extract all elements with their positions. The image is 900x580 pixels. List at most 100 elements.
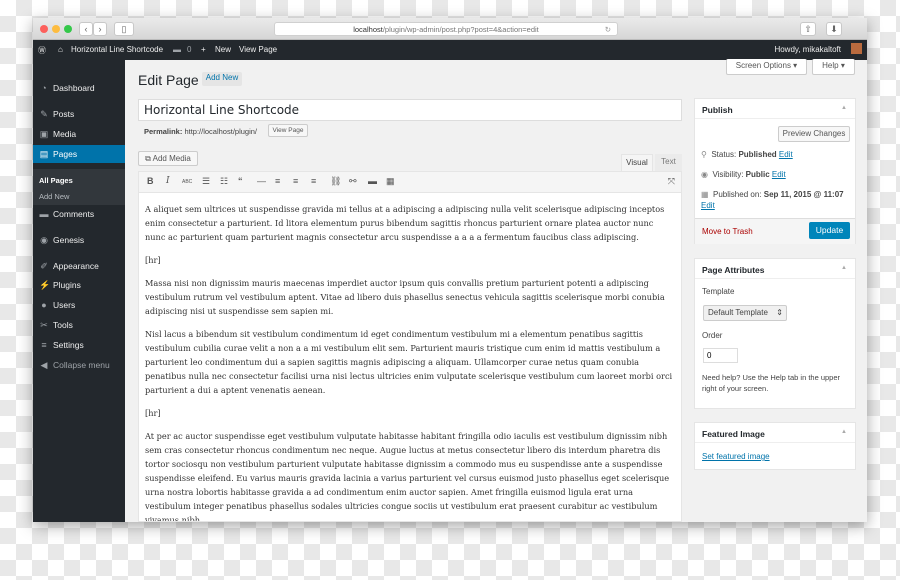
update-button[interactable]: Update <box>809 222 850 239</box>
add-new-button[interactable]: Add New <box>202 72 242 86</box>
sidebar-item-users[interactable]: ● Users <box>33 296 125 314</box>
edit-date-link[interactable]: Edit <box>701 201 715 210</box>
downloads-icon[interactable]: ⬇ <box>826 22 842 36</box>
sidebar-item-label: Users <box>53 300 76 310</box>
url-path: /plugin/wp-admin/post.php?post=4&action=… <box>382 25 539 34</box>
reload-icon[interactable]: ↻ <box>605 23 611 36</box>
editor-content[interactable]: A aliquet sem ultrices ut suspendisse gr… <box>138 192 682 522</box>
permalink-url[interactable]: http://localhost/plugin/ <box>184 127 257 136</box>
sidebar-item-dashboard[interactable]: ◔ Dashboard <box>33 79 125 97</box>
add-media-button[interactable]: ⧉ Add Media <box>138 151 198 166</box>
sidebar-item-appearance[interactable]: ✐ Appearance <box>33 257 125 275</box>
paragraph: At per ac auctor suspendisse eget vestib… <box>145 431 670 522</box>
bold-icon[interactable]: B <box>147 176 154 186</box>
fullscreen-icon[interactable]: ⤧ <box>668 176 675 187</box>
sidebar-item-posts[interactable]: ✎ Posts <box>33 105 125 123</box>
admin-bar: Ⓦ ⌂ Horizontal Line Shortcode ▬ 0 + New … <box>33 40 867 60</box>
close-window-button[interactable] <box>40 25 48 33</box>
sidebar-item-collapse-menu[interactable]: ◀ Collapse menu <box>33 356 125 374</box>
site-name-link[interactable]: Horizontal Line Shortcode <box>71 45 163 54</box>
preview-changes-button[interactable]: Preview Changes <box>778 126 850 142</box>
forward-icon[interactable]: › <box>93 22 107 36</box>
url-host: localhost <box>353 25 383 34</box>
tab-visual[interactable]: Visual <box>621 154 653 171</box>
view-page-button[interactable]: View Page <box>268 124 308 137</box>
sidebar-item-comments[interactable]: ▬ Comments <box>33 205 125 223</box>
link-icon[interactable]: ⛓ <box>330 176 341 187</box>
sidebar-subitem-add-new[interactable]: Add New <box>33 190 125 204</box>
users-icon: ● <box>41 300 47 310</box>
align-center-icon[interactable]: ≡ <box>293 176 298 186</box>
media-icon: ▣ <box>39 129 49 139</box>
comments-icon[interactable]: ▬ <box>173 45 181 54</box>
align-left-icon[interactable]: ≡ <box>275 176 280 186</box>
blockquote-icon[interactable]: “ <box>238 176 243 186</box>
sidebar-item-plugins[interactable]: ⚡ Plugins <box>33 276 125 294</box>
new-link[interactable]: New <box>215 45 231 54</box>
order-input[interactable] <box>703 348 738 363</box>
read-more-icon[interactable]: ▬ <box>368 176 377 186</box>
address-bar[interactable]: localhost/plugin/wp-admin/post.php?post=… <box>274 22 618 36</box>
collapse-icon[interactable]: ▲ <box>841 105 847 111</box>
published-row: ▦ Published on: Sep 11, 2015 @ 11:07 Edit <box>701 190 844 210</box>
set-featured-image-link[interactable]: Set featured image <box>702 452 770 461</box>
sidebar-item-pages[interactable]: ▤ Pages <box>33 145 125 163</box>
minimize-window-button[interactable] <box>52 25 60 33</box>
help-button[interactable]: Help ▾ <box>812 59 855 75</box>
sidebar-item-label: Comments <box>53 209 95 219</box>
sidebar-item-label: Pages <box>53 149 78 159</box>
brush-icon: ✐ <box>40 261 48 271</box>
media-icon: ⧉ <box>145 154 153 163</box>
sidebar-item-tools[interactable]: ✂ Tools <box>33 316 125 334</box>
calendar-icon: ▦ <box>701 190 709 199</box>
collapse-icon[interactable]: ▲ <box>841 429 847 435</box>
settings-icon: ≡ <box>41 340 47 350</box>
featured-image-box: Featured Image ▲ Set featured image <box>694 422 856 470</box>
move-to-trash-link[interactable]: Move to Trash <box>702 227 753 236</box>
paragraph: A aliquet sem ultrices ut suspendisse gr… <box>145 204 665 242</box>
post-title-input[interactable] <box>138 99 682 121</box>
pin-icon: ✎ <box>40 109 48 119</box>
collapse-icon[interactable]: ▲ <box>841 265 847 271</box>
strikethrough-icon[interactable]: ABC <box>182 179 192 185</box>
paragraph: Massa nisi non dignissim mauris maecenas… <box>145 278 665 316</box>
sidebar-item-genesis[interactable]: ◉ Genesis <box>33 231 125 249</box>
avatar[interactable] <box>851 43 862 54</box>
publish-box: Publish ▲ Preview Changes ⚲ Status: Publi… <box>694 98 856 244</box>
pages-icon: ▤ <box>39 149 49 159</box>
howdy-link[interactable]: Howdy, mikakaltoft <box>774 45 841 54</box>
add-media-label: Add Media <box>152 154 191 163</box>
dashboard-icon: ◔ <box>41 83 47 93</box>
admin-sidebar: ◔ Dashboard ✎ Posts ▣ Media ▤ Pages ▬ Comments ◉ Ge… <box>33 60 125 522</box>
sidebar-item-media[interactable]: ▣ Media <box>33 125 125 143</box>
horizontal-line-icon[interactable]: — <box>257 176 266 186</box>
edit-visibility-link[interactable]: Edit <box>772 170 786 179</box>
permalink-label: Permalink: <box>144 127 183 136</box>
maximize-window-button[interactable] <box>64 25 72 33</box>
template-select[interactable]: Default Template ⇕ <box>703 305 787 321</box>
tab-text[interactable]: Text <box>655 154 682 171</box>
sidebar-item-settings[interactable]: ≡ Settings <box>33 336 125 354</box>
italic-icon[interactable]: I <box>166 176 170 186</box>
publish-title: Publish <box>695 99 855 119</box>
eye-icon: ◉ <box>701 170 708 179</box>
sidebar-item-label: Media <box>53 129 77 139</box>
wordpress-logo-icon[interactable]: Ⓦ <box>38 45 46 56</box>
help-text: Need help? Use the Help tab in the upper… <box>702 373 841 393</box>
share-icon[interactable]: ⇧ <box>800 22 816 36</box>
sidebar-toggle-icon[interactable]: ▯ <box>114 22 134 36</box>
home-icon: ⌂ <box>58 45 63 54</box>
toolbar-toggle-icon[interactable]: ▦ <box>386 176 395 187</box>
sidebar-subitem-all-pages[interactable]: All Pages <box>33 174 125 188</box>
back-icon[interactable]: ‹ <box>79 22 93 36</box>
screen-options-button[interactable]: Screen Options ▾ <box>726 59 807 75</box>
bullet-list-icon[interactable]: ☰ <box>202 176 210 187</box>
align-right-icon[interactable]: ≡ <box>311 176 316 186</box>
view-page-link[interactable]: View Page <box>239 45 277 54</box>
numbered-list-icon[interactable]: ☷ <box>220 176 228 187</box>
sidebar-item-label: Posts <box>53 109 75 119</box>
page-attributes-title: Page Attributes <box>695 259 855 279</box>
edit-status-link[interactable]: Edit <box>779 150 793 159</box>
genesis-icon: ◉ <box>40 235 48 245</box>
unlink-icon[interactable]: ⚯ <box>349 176 357 187</box>
